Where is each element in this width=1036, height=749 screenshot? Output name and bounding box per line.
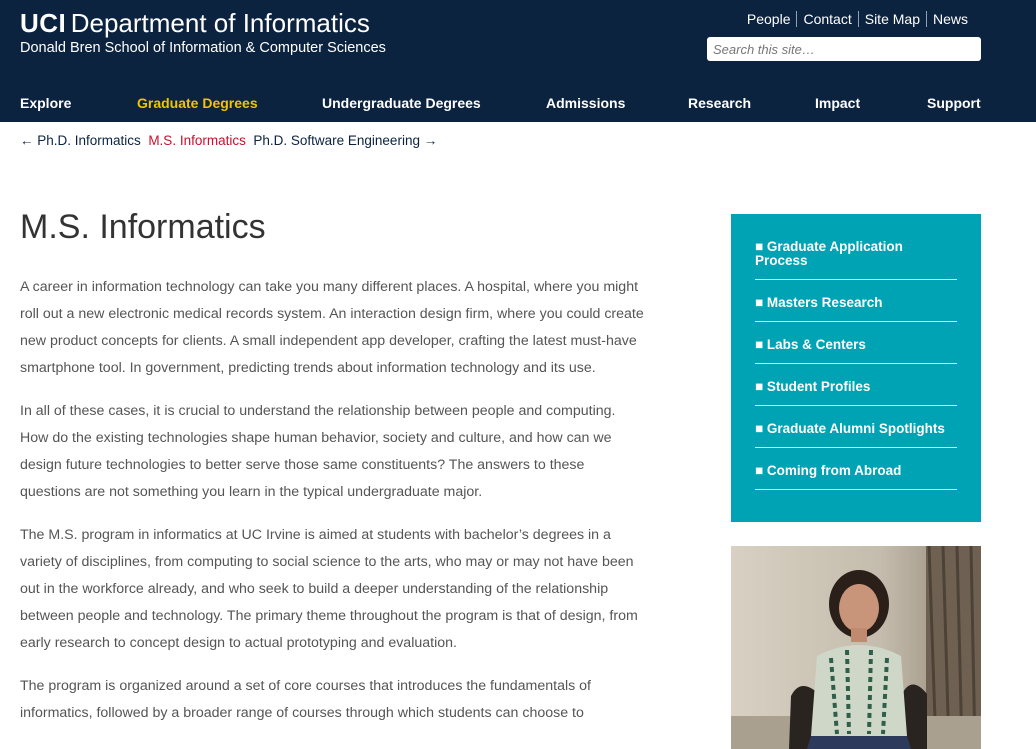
sidebar-links-box: ■ Graduate Application Process ■ Masters… <box>731 214 981 522</box>
sidebar-item: ■ Graduate Alumni Spotlights <box>755 422 957 448</box>
main-content: A career in information technology can t… <box>20 274 645 743</box>
sidebar-link-alumni-spotlights[interactable]: ■ Graduate Alumni Spotlights <box>755 421 945 436</box>
main-nav: Explore Graduate Degrees Undergraduate D… <box>0 92 1036 116</box>
utility-link-sitemap[interactable]: Site Map <box>857 11 926 27</box>
student-photo[interactable] <box>731 546 981 749</box>
sidebar-link-masters-research[interactable]: ■ Masters Research <box>755 295 882 310</box>
nav-item-admissions[interactable]: Admissions <box>546 95 625 111</box>
search-input[interactable] <box>707 37 981 61</box>
utility-link-news[interactable]: News <box>925 11 974 27</box>
sidebar-link-application-process[interactable]: ■ Graduate Application Process <box>755 239 903 268</box>
program-pager: ← Ph.D. Informatics M.S. Informatics Ph.… <box>20 133 437 148</box>
site-header: UCI Department of Informatics Donald Bre… <box>0 0 1036 122</box>
sidebar-link-labs-centers[interactable]: ■ Labs & Centers <box>755 337 866 352</box>
content-paragraph: A career in information technology can t… <box>20 279 644 376</box>
nav-item-research[interactable]: Research <box>688 95 751 111</box>
sidebar-item: ■ Graduate Application Process <box>755 240 957 280</box>
pager-current-link[interactable]: M.S. Informatics <box>148 133 246 148</box>
pager-next-link[interactable]: Ph.D. Software Engineering → <box>253 133 437 148</box>
utility-nav: People Contact Site Map News <box>741 11 974 27</box>
brand-department: Department of Informatics <box>70 8 370 38</box>
sidebar-item: ■ Labs & Centers <box>755 338 957 364</box>
nav-item-graduate-degrees[interactable]: Graduate Degrees <box>137 95 258 111</box>
content-paragraph: The M.S. program in informatics at UC Ir… <box>20 527 638 651</box>
sidebar-link-student-profiles[interactable]: ■ Student Profiles <box>755 379 870 394</box>
content-paragraph: In all of these cases, it is crucial to … <box>20 403 616 500</box>
page-title: M.S. Informatics <box>20 208 266 246</box>
sidebar-item: ■ Masters Research <box>755 296 957 322</box>
site-logo[interactable]: UCI Department of Informatics Donald Bre… <box>20 8 386 56</box>
sidebar-item: ■ Student Profiles <box>755 380 957 406</box>
sidebar-link-coming-from-abroad[interactable]: ■ Coming from Abroad <box>755 463 901 478</box>
nav-item-explore[interactable]: Explore <box>20 95 71 111</box>
content-paragraph: The program is organized around a set of… <box>20 678 591 721</box>
nav-item-undergraduate-degrees[interactable]: Undergraduate Degrees <box>322 95 481 111</box>
utility-link-contact[interactable]: Contact <box>796 11 857 27</box>
nav-item-impact[interactable]: Impact <box>815 95 860 111</box>
brand-school: Donald Bren School of Information & Comp… <box>20 40 386 56</box>
sidebar-item: ■ Coming from Abroad <box>755 464 957 490</box>
nav-item-support[interactable]: Support <box>927 95 981 111</box>
student-photo-image <box>731 546 981 749</box>
pager-prev-link[interactable]: ← Ph.D. Informatics <box>20 133 141 148</box>
utility-link-people[interactable]: People <box>741 11 797 27</box>
brand-uci: UCI <box>20 8 67 38</box>
